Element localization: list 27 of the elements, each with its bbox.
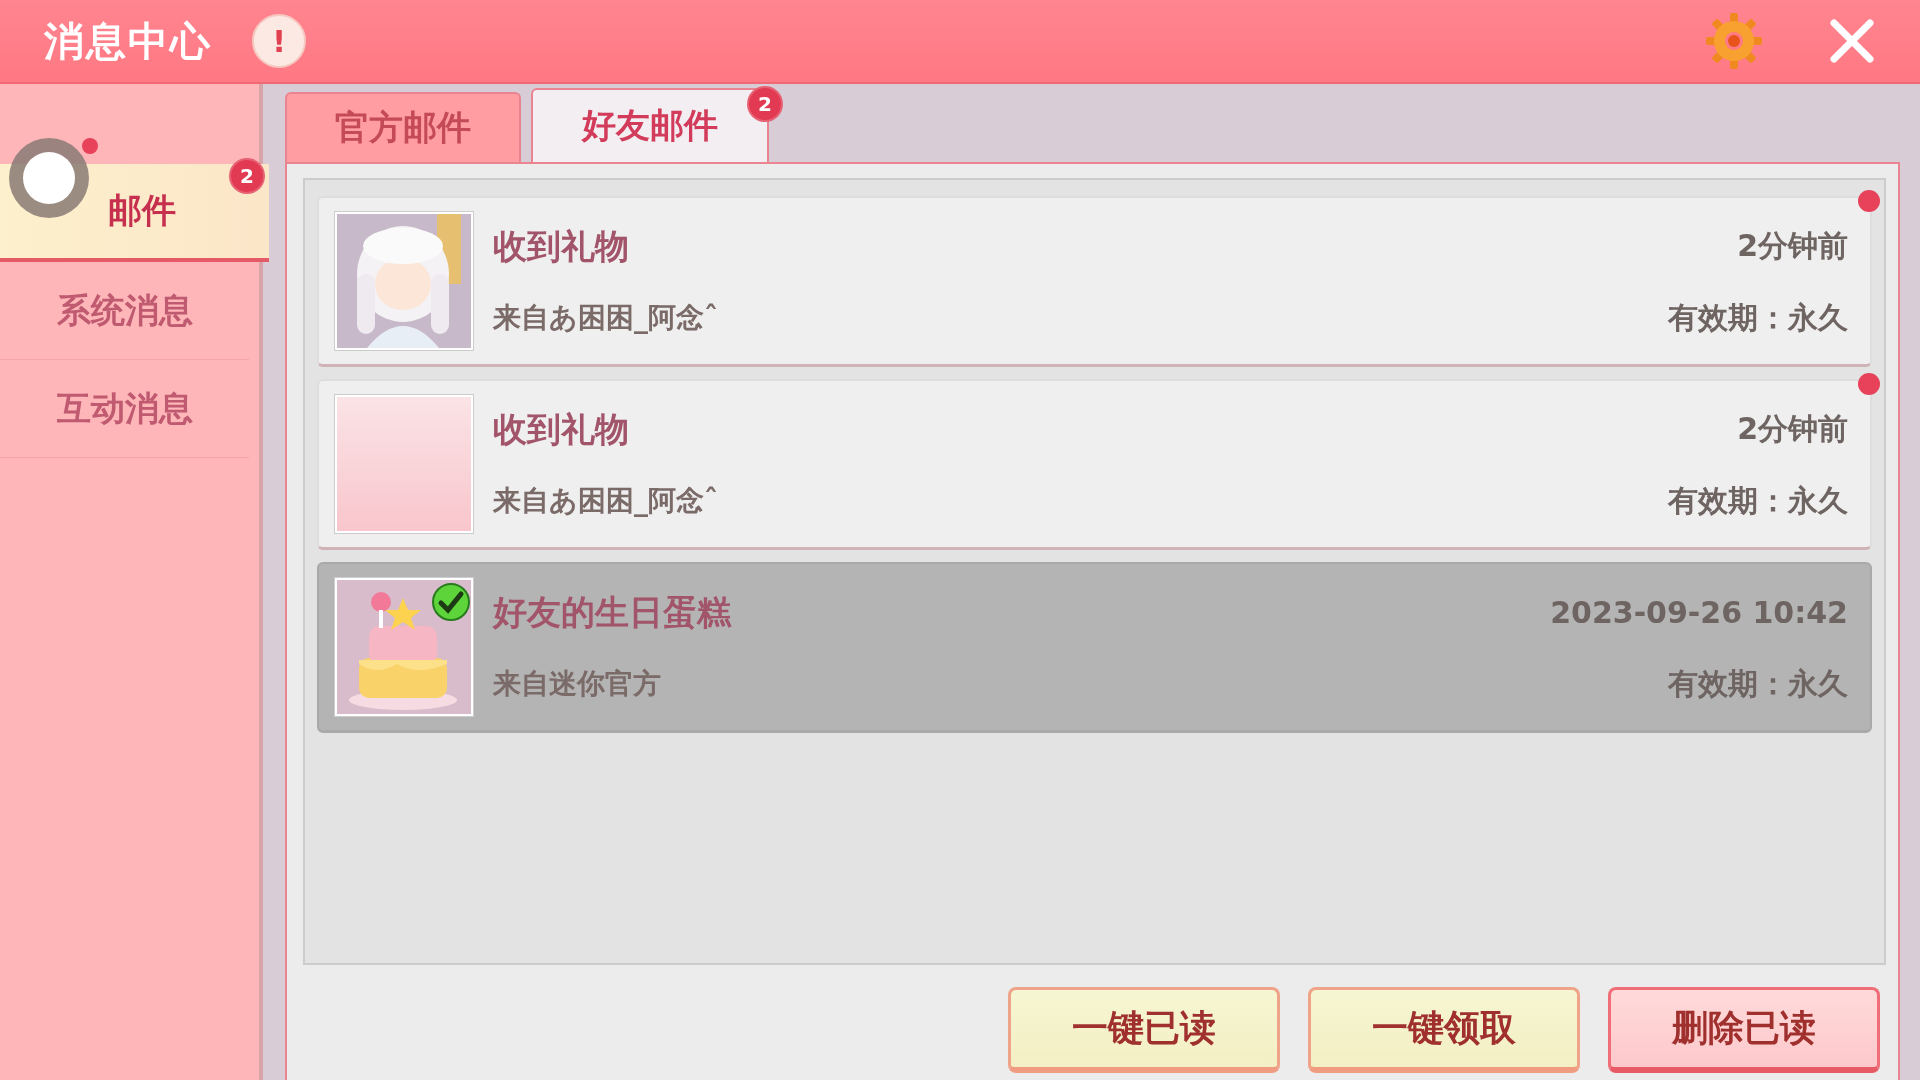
mail-item[interactable]: 好友的生日蛋糕 2023-09-26 10:42 来自迷你官方 有效期：永久 bbox=[317, 562, 1872, 733]
mail-sender: 来自あ困困_阿念ˆ bbox=[493, 483, 718, 519]
mail-item[interactable]: 收到礼物 2分钟前 来自あ困困_阿念ˆ 有效期：永久 bbox=[317, 196, 1872, 367]
mail-time: 2023-09-26 10:42 bbox=[1550, 595, 1848, 630]
mail-time: 2分钟前 bbox=[1737, 227, 1848, 265]
window-title: 消息中心 bbox=[44, 16, 212, 66]
mail-sender: 来自迷你官方 bbox=[493, 666, 661, 702]
mail-title: 好友的生日蛋糕 bbox=[493, 590, 731, 634]
sidebar-item[interactable]: 互动消息 bbox=[0, 360, 249, 458]
sidebar-item[interactable]: 系统消息 bbox=[0, 262, 249, 360]
validity-text: 有效期：永久 bbox=[1668, 298, 1848, 337]
settings-icon[interactable] bbox=[1704, 11, 1764, 71]
mail-time: 2分钟前 bbox=[1737, 410, 1848, 448]
action-button[interactable]: 删除已读 bbox=[1608, 987, 1880, 1073]
validity-text: 有效期：永久 bbox=[1668, 481, 1848, 520]
action-button[interactable]: 一键已读 bbox=[1008, 987, 1280, 1073]
mail-title: 收到礼物 bbox=[493, 407, 629, 451]
action-button[interactable]: 一键领取 bbox=[1308, 987, 1580, 1073]
validity-text: 有效期：永久 bbox=[1668, 664, 1848, 703]
mail-item[interactable]: 收到礼物 2分钟前 来自あ困困_阿念ˆ 有效期：永久 bbox=[317, 379, 1872, 550]
close-icon[interactable] bbox=[1828, 17, 1876, 65]
alert-badge[interactable]: ! bbox=[252, 14, 306, 68]
count-badge: 2 bbox=[747, 86, 783, 122]
mail-title: 收到礼物 bbox=[493, 224, 629, 268]
tab[interactable]: 官方邮件 bbox=[285, 92, 521, 162]
mail-sender: 来自あ困困_阿念ˆ bbox=[493, 300, 718, 336]
check-icon bbox=[431, 582, 471, 622]
